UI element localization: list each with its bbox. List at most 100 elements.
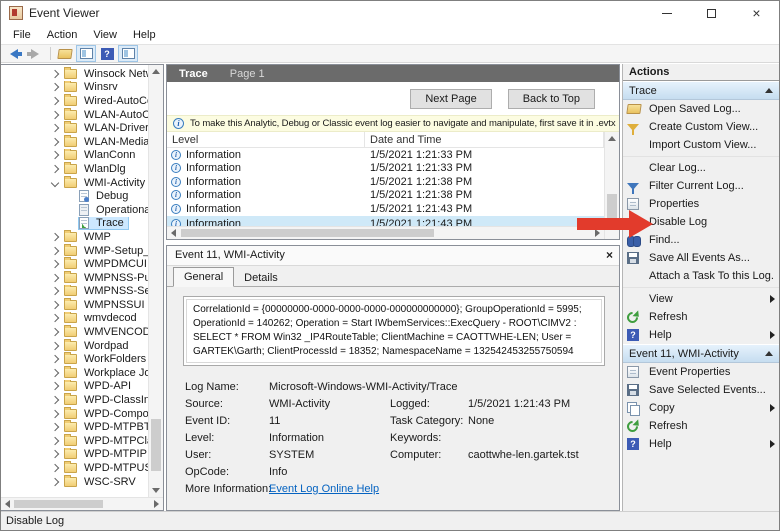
chevron-collapsed-icon[interactable] [51, 341, 59, 349]
tree-item-operational[interactable]: Operational [1, 203, 148, 217]
chevron-collapsed-icon[interactable] [51, 124, 59, 132]
chevron-collapsed-icon[interactable] [51, 110, 59, 118]
chevron-collapsed-icon[interactable] [51, 450, 59, 458]
field-value-more-information[interactable]: Event Log Online Help [269, 480, 390, 497]
action-item-clear-log[interactable]: Clear Log... [623, 159, 779, 177]
minimize-button[interactable] [644, 1, 689, 25]
event-vscroll-thumb[interactable] [607, 194, 617, 230]
chevron-collapsed-icon[interactable] [51, 314, 59, 322]
chevron-collapsed-icon[interactable] [51, 423, 59, 431]
tree-item-wmpdmcui[interactable]: WMPDMCUI [1, 257, 148, 271]
tree-item-wpd-composite[interactable]: WPD-Composite [1, 407, 148, 421]
chevron-collapsed-icon[interactable] [51, 464, 59, 472]
chevron-collapsed-icon[interactable] [51, 287, 59, 295]
tree-item-winsrv[interactable]: Winsrv [1, 81, 148, 95]
action-item-import-custom-view[interactable]: Import Custom View... [623, 136, 779, 154]
chevron-collapsed-icon[interactable] [51, 382, 59, 390]
action-item-help[interactable]: Help [623, 326, 779, 344]
tab-general[interactable]: General [173, 267, 234, 287]
scroll-up-icon[interactable] [608, 136, 616, 141]
tree-item-wpd-mtpus[interactable]: WPD-MTPUS [1, 461, 148, 475]
menu-action[interactable]: Action [39, 27, 86, 43]
chevron-collapsed-icon[interactable] [51, 409, 59, 417]
tree-item-wpd-mtpbt[interactable]: WPD-MTPBT [1, 420, 148, 434]
tree-item-wpd-classinstal[interactable]: WPD-ClassInstal [1, 393, 148, 407]
event-hscroll-thumb[interactable] [181, 229, 434, 237]
action-item-copy[interactable]: Copy [623, 399, 779, 417]
chevron-collapsed-icon[interactable] [51, 233, 59, 241]
tree-item-wmi-activity[interactable]: WMI-Activity [1, 176, 148, 190]
back-button[interactable] [4, 45, 24, 62]
event-row-1[interactable]: iInformation1/5/2021 1:21:33 PM [167, 162, 604, 176]
tab-details[interactable]: Details [234, 269, 288, 287]
event-log-online-help-link[interactable]: Event Log Online Help [269, 483, 379, 495]
tree-item-wired-autoconf[interactable]: Wired-AutoConf [1, 94, 148, 108]
chevron-collapsed-icon[interactable] [51, 83, 59, 91]
tree-item-wlandlg[interactable]: WlanDlg [1, 162, 148, 176]
chevron-collapsed-icon[interactable] [51, 437, 59, 445]
tree-item-wlanconn[interactable]: WlanConn [1, 149, 148, 163]
event-list-horizontal-scrollbar[interactable] [167, 226, 604, 239]
action-section-trace[interactable]: Trace [623, 81, 779, 100]
event-row-4[interactable]: iInformation1/5/2021 1:21:43 PM [167, 202, 604, 216]
close-detail-icon[interactable]: × [606, 249, 613, 261]
event-row-0[interactable]: iInformation1/5/2021 1:21:33 PM [167, 148, 604, 162]
event-list-vertical-scrollbar[interactable] [604, 132, 619, 239]
chevron-collapsed-icon[interactable] [51, 97, 59, 105]
close-button[interactable]: × [734, 1, 779, 25]
action-item-properties[interactable]: Properties [623, 195, 779, 213]
action-item-open-saved-log[interactable]: Open Saved Log... [623, 100, 779, 118]
tree-item-wpd-mtpip[interactable]: WPD-MTPIP [1, 448, 148, 462]
tree-item-workfolders[interactable]: WorkFolders [1, 352, 148, 366]
tree-item-wmpnssui[interactable]: WMPNSSUI [1, 298, 148, 312]
action-item-refresh[interactable]: Refresh [623, 308, 779, 326]
tree-item-debug[interactable]: Debug [1, 189, 148, 203]
action-item-disable-log[interactable]: Disable Log [623, 213, 779, 231]
back-to-top-button[interactable]: Back to Top [508, 89, 595, 109]
scroll-right-icon[interactable] [595, 229, 600, 237]
tree-item-wpd-mtpclassd[interactable]: WPD-MTPClassD [1, 434, 148, 448]
action-item-save-selected-events[interactable]: Save Selected Events... [623, 381, 779, 399]
tree-item-wmpnss-public[interactable]: WMPNSS-Public [1, 271, 148, 285]
chevron-collapsed-icon[interactable] [51, 369, 59, 377]
scroll-left-icon[interactable] [171, 229, 176, 237]
column-header-date-time[interactable]: Date and Time [365, 132, 604, 147]
chevron-collapsed-icon[interactable] [51, 246, 59, 254]
next-page-button[interactable]: Next Page [410, 89, 491, 109]
export-log-button[interactable] [55, 45, 75, 62]
maximize-button[interactable] [689, 1, 734, 25]
tree-item-winsock-network[interactable]: Winsock Network [1, 67, 148, 81]
action-item-save-all-events-as[interactable]: Save All Events As... [623, 249, 779, 267]
menu-help[interactable]: Help [125, 27, 164, 43]
column-header-level[interactable]: Level [167, 132, 365, 147]
tree-item-wlan-driver[interactable]: WLAN-Driver [1, 121, 148, 135]
tree-item-wlan-mediama[interactable]: WLAN-MediaMa [1, 135, 148, 149]
tree-item-wlan-autoconf[interactable]: WLAN-AutoConf [1, 108, 148, 122]
chevron-collapsed-icon[interactable] [51, 273, 59, 281]
chevron-collapsed-icon[interactable] [51, 138, 59, 146]
help-button[interactable]: ? [97, 45, 117, 62]
tree-item-wpd-api[interactable]: WPD-API [1, 380, 148, 394]
chevron-collapsed-icon[interactable] [51, 301, 59, 309]
tree-item-wmpnss-servic[interactable]: WMPNSS-Servic [1, 285, 148, 299]
tree-item-wsc-srv[interactable]: WSC-SRV [1, 475, 148, 489]
event-row-2[interactable]: iInformation1/5/2021 1:21:38 PM [167, 175, 604, 189]
action-item-find[interactable]: Find... [623, 231, 779, 249]
tree-item-wmvencod[interactable]: WMVENCOD [1, 325, 148, 339]
tree-scroll-thumb[interactable] [151, 419, 161, 471]
chevron-collapsed-icon[interactable] [51, 70, 59, 78]
action-item-attach-a-task-to-this-log[interactable]: Attach a Task To this Log... [623, 267, 779, 285]
chevron-collapsed-icon[interactable] [51, 355, 59, 363]
action-item-create-custom-view[interactable]: Create Custom View... [623, 118, 779, 136]
scroll-up-icon[interactable] [152, 69, 160, 74]
action-item-event-properties[interactable]: Event Properties [623, 363, 779, 381]
action-item-view[interactable]: View [623, 290, 779, 308]
tree-item-wmvdecod[interactable]: wmvdecod [1, 312, 148, 326]
chevron-collapsed-icon[interactable] [51, 260, 59, 268]
tree-vertical-scrollbar[interactable] [148, 65, 163, 497]
scroll-left-icon[interactable] [5, 500, 10, 508]
chevron-collapsed-icon[interactable] [51, 151, 59, 159]
tree-item-workplace-join[interactable]: Workplace Join [1, 366, 148, 380]
action-item-help[interactable]: Help [623, 435, 779, 453]
tree-item-trace[interactable]: Trace [1, 217, 148, 231]
